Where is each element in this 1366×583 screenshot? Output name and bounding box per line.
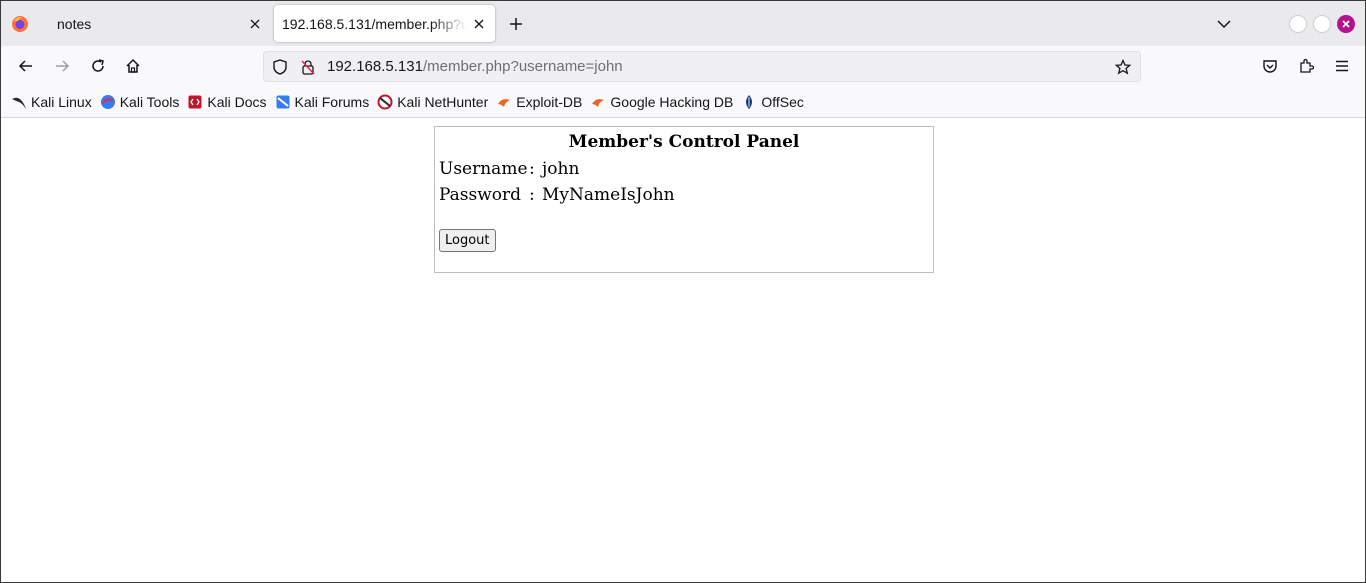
bookmark-kali-forums[interactable]: Kali Forums <box>275 93 370 110</box>
tab-strip: notes 192.168.5.131/member.php?username=… <box>1 1 1365 46</box>
username-value: john <box>542 159 580 179</box>
reload-icon[interactable] <box>86 54 110 78</box>
extensions-puzzle-icon[interactable] <box>1294 54 1318 78</box>
bookmark-kali-linux[interactable]: Kali Linux <box>11 94 92 110</box>
back-arrow-icon[interactable] <box>14 54 38 78</box>
password-value: MyNameIsJohn <box>542 185 675 205</box>
url-text[interactable]: 192.168.5.131/member.php?username=john <box>327 58 623 75</box>
bookmark-google-hacking-db[interactable]: Google Hacking DB <box>590 94 733 110</box>
exploit-db-icon <box>496 94 512 110</box>
kali-dragon-icon <box>11 94 27 110</box>
bookmark-label: Kali Tools <box>119 93 180 110</box>
maximize-window-button[interactable] <box>1313 15 1331 33</box>
password-row: Password : MyNameIsJohn <box>435 182 933 208</box>
browser-window: notes 192.168.5.131/member.php?username=… <box>0 0 1366 583</box>
close-window-button[interactable] <box>1337 15 1355 33</box>
tab-title: 192.168.5.131/member.php?username=john <box>282 15 467 32</box>
list-all-tabs-chevron-icon[interactable] <box>1213 13 1235 35</box>
url-host: 192.168.5.131 <box>327 58 423 75</box>
navigation-toolbar: 192.168.5.131/member.php?username=john <box>1 46 1365 86</box>
tab-title: notes <box>57 15 92 32</box>
tab-member-php[interactable]: 192.168.5.131/member.php?username=john <box>274 5 495 42</box>
ghdb-icon <box>590 94 606 110</box>
bookmark-label: Kali Linux <box>31 93 92 110</box>
forward-arrow-icon[interactable] <box>50 54 74 78</box>
address-bar[interactable]: 192.168.5.131/member.php?username=john <box>263 51 1141 82</box>
kali-tools-icon <box>100 94 116 110</box>
bookmark-label: OffSec <box>761 93 804 110</box>
username-label: Username <box>439 159 528 179</box>
pocket-icon[interactable] <box>1258 54 1282 78</box>
bookmark-star-icon[interactable] <box>1112 56 1134 78</box>
password-separator: : <box>529 185 535 205</box>
bookmarks-toolbar: Kali Linux Kali Tools Kali Docs Kali For… <box>1 86 1365 118</box>
url-path: /member.php?username=john <box>422 58 623 75</box>
new-tab-plus-icon[interactable] <box>505 13 527 35</box>
bookmark-exploit-db[interactable]: Exploit-DB <box>496 94 582 110</box>
tab-notes[interactable]: notes <box>45 5 271 42</box>
bookmark-label: Exploit-DB <box>516 93 583 110</box>
page-content: Member's Control Panel Username : john P… <box>1 118 1365 582</box>
username-row: Username : john <box>435 156 933 182</box>
bookmark-kali-nethunter[interactable]: Kali NetHunter <box>377 94 488 110</box>
tracking-protection-shield-icon[interactable] <box>269 56 291 78</box>
firefox-menu-icon[interactable] <box>9 13 31 35</box>
password-label: Password <box>439 185 522 205</box>
kali-nethunter-icon <box>377 94 393 110</box>
bookmark-label: Kali Forums <box>294 93 370 110</box>
bookmark-label: Kali Docs <box>207 93 267 110</box>
close-tab-icon[interactable] <box>467 12 491 36</box>
bookmark-kali-tools[interactable]: Kali Tools <box>100 93 180 110</box>
username-separator: : <box>529 159 535 179</box>
kali-docs-icon <box>187 94 203 110</box>
bookmark-kali-docs[interactable]: Kali Docs <box>187 93 267 110</box>
bookmark-label: Google Hacking DB <box>610 93 734 110</box>
bookmark-offsec[interactable]: OffSec <box>741 94 804 110</box>
bookmark-label: Kali NetHunter <box>397 93 489 110</box>
hamburger-menu-icon[interactable] <box>1330 54 1354 78</box>
panel-title: Member's Control Panel <box>568 132 800 152</box>
close-tab-icon[interactable] <box>243 12 267 36</box>
minimize-window-button[interactable] <box>1289 15 1307 33</box>
kali-forums-icon <box>275 94 291 110</box>
home-icon[interactable] <box>121 54 145 78</box>
logout-button[interactable]: Logout <box>439 229 496 252</box>
member-control-panel: Member's Control Panel Username : john P… <box>434 126 934 273</box>
insecure-lock-icon[interactable] <box>297 56 319 78</box>
offsec-icon <box>741 94 757 110</box>
